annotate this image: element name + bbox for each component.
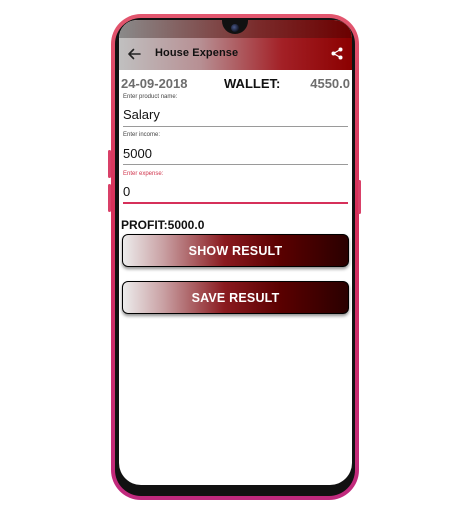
expense-label: Enter expense:: [123, 171, 164, 177]
wallet-value: 4550.0: [310, 76, 350, 91]
product-name-underline: [123, 126, 348, 127]
income-underline: [123, 164, 348, 165]
app-screen: House Expense 24-09-2018 WALLET: 4550.0 …: [119, 20, 352, 485]
income-label: Enter income:: [123, 132, 161, 138]
app-bar: House Expense: [119, 38, 352, 70]
date-display: 24-09-2018: [121, 76, 188, 91]
expense-field[interactable]: 0: [123, 184, 130, 199]
front-camera-icon: [231, 24, 239, 32]
save-result-button[interactable]: SAVE RESULT: [122, 281, 349, 314]
volume-button: [108, 150, 111, 178]
power-button: [358, 180, 361, 214]
arrow-left-icon[interactable]: [127, 47, 141, 61]
product-name-field[interactable]: Salary: [123, 107, 160, 122]
expense-underline: [123, 202, 348, 204]
wallet-label: WALLET:: [224, 76, 281, 91]
volume-button-lower: [108, 184, 111, 212]
share-icon[interactable]: [331, 47, 343, 60]
product-name-label: Enter product name:: [123, 94, 178, 100]
profit-display: PROFIT:5000.0: [121, 218, 205, 232]
show-result-button[interactable]: SHOW RESULT: [122, 234, 349, 267]
page-title: House Expense: [155, 47, 239, 59]
income-field[interactable]: 5000: [123, 146, 152, 161]
